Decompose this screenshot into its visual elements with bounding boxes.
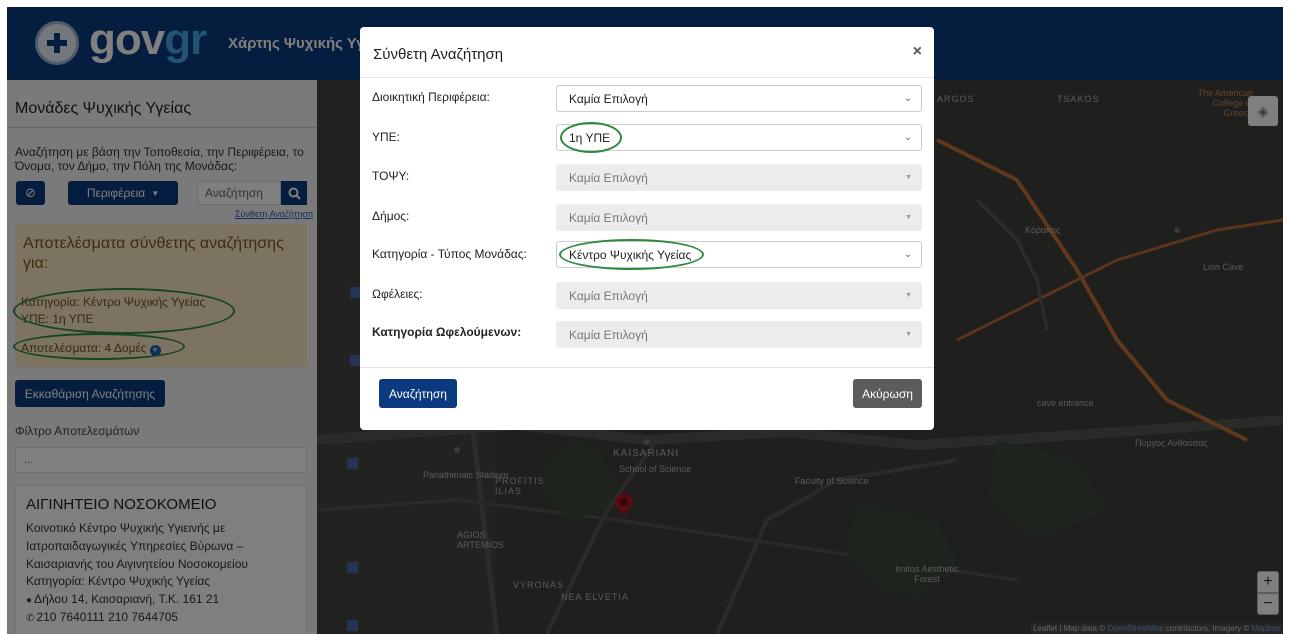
caret-down-icon: ▼ [905, 331, 912, 338]
field-label-region: Διοικητική Περιφέρεια: [372, 90, 490, 104]
caret-down-icon: ▼ [905, 292, 912, 299]
field-label-benefits: Ωφέλειες: [372, 287, 423, 301]
topsy-select[interactable]: Καμία Επιλογή ▼ [556, 164, 922, 191]
advanced-search-modal: Σύνθετη Αναζήτηση × Διοικητική Περιφέρει… [360, 27, 934, 430]
ype-select-value: 1η ΥΠΕ [569, 130, 611, 145]
app-window: govgr Χάρτης Ψυχικής Υγείας Μονάδες Ψυχι… [7, 7, 1283, 634]
chevron-down-icon: ⌄ [903, 93, 912, 104]
field-label-municipality: Δήμος: [372, 209, 410, 223]
chevron-down-icon: ⌄ [903, 249, 912, 260]
ype-select[interactable]: 1η ΥΠΕ ⌄ [556, 124, 922, 151]
region-select-value: Καμία Επιλογή [569, 91, 648, 106]
divider [360, 367, 934, 368]
modal-cancel-button[interactable]: Ακύρωση [853, 379, 922, 408]
municipality-select-value: Καμία Επιλογή [569, 210, 648, 225]
field-label-beneficiaries: Κατηγορία Ωφελούμενων: [372, 325, 522, 339]
modal-title: Σύνθετη Αναζήτηση [373, 46, 504, 63]
field-label-category: Κατηγορία - Τύπος Μονάδας: [372, 247, 527, 261]
close-icon[interactable]: × [913, 43, 922, 61]
field-label-ype: ΥΠΕ: [372, 130, 401, 144]
field-label-topsy: ΤΟΨΥ: [372, 169, 410, 183]
chevron-down-icon: ⌄ [903, 132, 912, 143]
beneficiaries-select-value: Καμία Επιλογή [569, 327, 648, 342]
category-select[interactable]: Κέντρο Ψυχικής Υγείας ⌄ [556, 241, 922, 268]
topsy-select-value: Καμία Επιλογή [569, 170, 648, 185]
benefits-select-value: Καμία Επιλογή [569, 288, 648, 303]
modal-search-button[interactable]: Αναζήτηση [379, 379, 457, 408]
beneficiaries-select[interactable]: Καμία Επιλογή ▼ [556, 321, 922, 348]
region-select[interactable]: Καμία Επιλογή ⌄ [556, 85, 922, 112]
benefits-select[interactable]: Καμία Επιλογή ▼ [556, 282, 922, 309]
caret-down-icon: ▼ [905, 174, 912, 181]
category-select-value: Κέντρο Ψυχικής Υγείας [569, 247, 692, 262]
divider [360, 77, 934, 78]
caret-down-icon: ▼ [905, 214, 912, 221]
municipality-select[interactable]: Καμία Επιλογή ▼ [556, 204, 922, 231]
